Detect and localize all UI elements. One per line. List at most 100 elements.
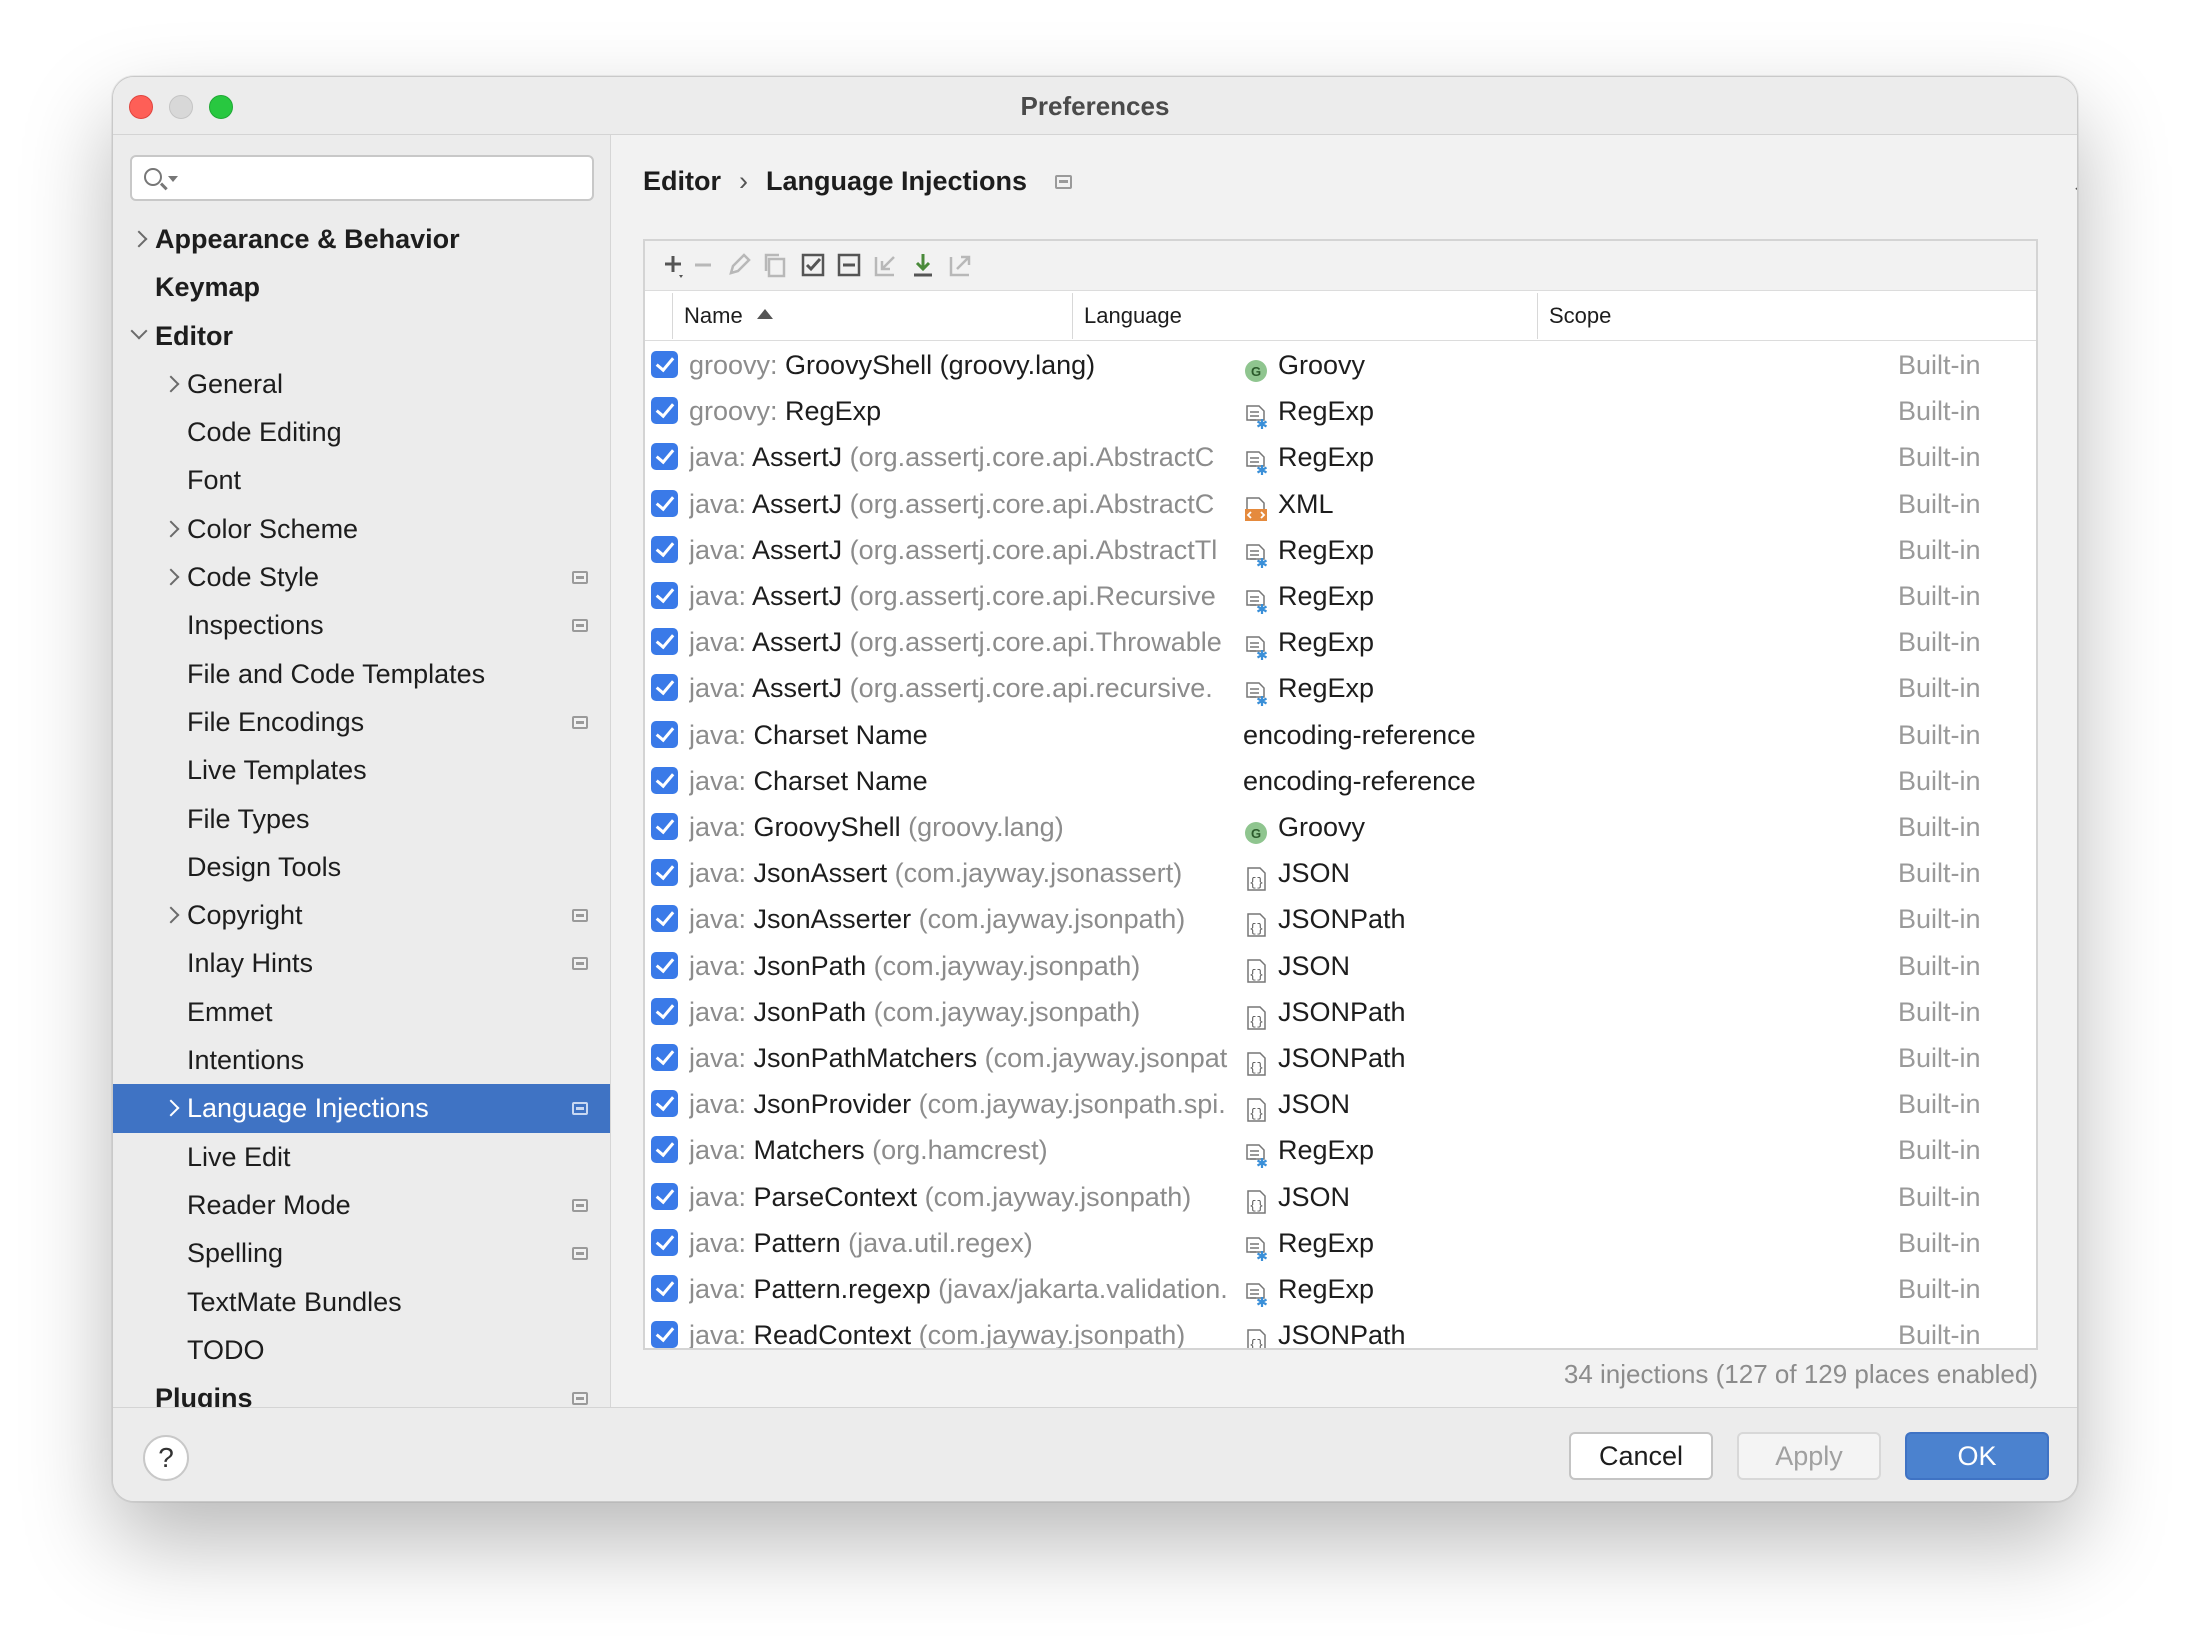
table-row[interactable]: java: JsonAsserter (com.jayway.jsonpath)… bbox=[645, 896, 2036, 942]
sidebar-item-textmate-bundles[interactable]: TextMate Bundles bbox=[113, 1278, 610, 1326]
sidebar-item-spelling[interactable]: Spelling bbox=[113, 1229, 610, 1277]
sidebar-item-color-scheme[interactable]: Color Scheme bbox=[113, 505, 610, 553]
sidebar-item-live-edit[interactable]: Live Edit bbox=[113, 1133, 610, 1181]
search-history-dropdown-icon[interactable] bbox=[168, 176, 178, 182]
column-header-name[interactable]: Name bbox=[684, 291, 773, 341]
enabled-checkbox[interactable] bbox=[651, 489, 678, 517]
table-row[interactable]: java: Matchers (org.hamcrest) RegExp Built… bbox=[645, 1127, 2036, 1173]
sidebar-item-code-style[interactable]: Code Style bbox=[113, 553, 610, 601]
export-icon[interactable] bbox=[945, 249, 977, 281]
enabled-checkbox[interactable] bbox=[651, 582, 678, 609]
sidebar-item-code-editing[interactable]: Code Editing bbox=[113, 408, 610, 456]
sidebar-item-font[interactable]: Font bbox=[113, 456, 610, 504]
download-icon[interactable] bbox=[907, 249, 939, 281]
sidebar-item-file-and-code-templates[interactable]: File and Code Templates bbox=[113, 650, 610, 698]
table-row[interactable]: java: AssertJ (org.assertj.core.api.recu… bbox=[645, 665, 2036, 711]
sidebar-item-plugins[interactable]: Plugins bbox=[113, 1374, 610, 1407]
enabled-checkbox[interactable] bbox=[651, 766, 678, 794]
sidebar-item-emmet[interactable]: Emmet bbox=[113, 988, 610, 1036]
sidebar-item-appearance-and-behavior[interactable]: Appearance & Behavior bbox=[113, 215, 610, 263]
sidebar-item-intentions[interactable]: Intentions bbox=[113, 1036, 610, 1084]
chevron-right-icon[interactable] bbox=[162, 1099, 180, 1117]
sidebar-item-inlay-hints[interactable]: Inlay Hints bbox=[113, 939, 610, 987]
enabled-checkbox[interactable] bbox=[651, 443, 678, 471]
enabled-checkbox[interactable] bbox=[651, 1044, 678, 1071]
enabled-checkbox[interactable] bbox=[651, 1228, 678, 1256]
table-row[interactable]: java: JsonAssert (com.jayway.jsonassert)… bbox=[645, 850, 2036, 896]
table-row[interactable]: java: AssertJ (org.assertj.core.api.Abst… bbox=[645, 527, 2036, 573]
sidebar-item-keymap[interactable]: Keymap bbox=[113, 263, 610, 311]
enabled-checkbox[interactable] bbox=[651, 351, 678, 378]
cancel-button[interactable]: Cancel bbox=[1569, 1432, 1713, 1480]
breadcrumb-editor[interactable]: Editor bbox=[643, 166, 721, 197]
chevron-right-icon[interactable] bbox=[130, 230, 148, 248]
enabled-checkbox[interactable] bbox=[651, 1090, 678, 1118]
table-row[interactable]: java: Pattern.regexp (javax/jakarta.vali… bbox=[645, 1266, 2036, 1312]
edit-icon[interactable] bbox=[723, 249, 755, 281]
enabled-checkbox[interactable] bbox=[651, 720, 678, 748]
table-row[interactable]: java: ParseContext (com.jayway.jsonpath)… bbox=[645, 1174, 2036, 1220]
add-icon[interactable] bbox=[657, 249, 689, 281]
table-row[interactable]: java: Charset Name encoding-reference Buil… bbox=[645, 712, 2036, 758]
sidebar-item-file-types[interactable]: File Types bbox=[113, 795, 610, 843]
chevron-down-icon[interactable] bbox=[130, 322, 148, 340]
duplicate-icon[interactable] bbox=[759, 249, 791, 281]
ok-button[interactable]: OK bbox=[1905, 1432, 2049, 1480]
enabled-checkbox[interactable] bbox=[651, 674, 678, 702]
sidebar-item-reader-mode[interactable]: Reader Mode bbox=[113, 1181, 610, 1229]
sidebar-item-todo[interactable]: TODO bbox=[113, 1326, 610, 1374]
table-row[interactable]: java: Pattern (java.util.regex) RegExp Bui… bbox=[645, 1220, 2036, 1266]
sidebar-item-copyright[interactable]: Copyright bbox=[113, 891, 610, 939]
remove-icon[interactable] bbox=[687, 249, 719, 281]
column-header-scope[interactable]: Scope bbox=[1549, 291, 1611, 341]
enabled-checkbox[interactable] bbox=[651, 859, 678, 887]
enabled-checkbox[interactable] bbox=[651, 951, 678, 979]
enabled-checkbox[interactable] bbox=[651, 397, 678, 425]
injection-name-cell: java: AssertJ (org.assertj.core.api.Abst… bbox=[689, 434, 1244, 480]
sidebar-item-design-tools[interactable]: Design Tools bbox=[113, 843, 610, 891]
sidebar-item-editor[interactable]: Editor bbox=[113, 312, 610, 360]
import-icon[interactable] bbox=[870, 249, 902, 281]
table-row[interactable]: java: AssertJ (org.assertj.core.api.Abst… bbox=[645, 481, 2036, 527]
enabled-checkbox[interactable] bbox=[651, 905, 678, 933]
table-row[interactable]: groovy: GroovyShell (groovy.lang) G Groovy… bbox=[645, 342, 2036, 388]
table-row[interactable]: groovy: RegExp RegExp Built-in bbox=[645, 388, 2036, 434]
svg-text:{}: {} bbox=[1249, 1338, 1263, 1348]
enabled-checkbox[interactable] bbox=[651, 535, 678, 563]
chevron-right-icon[interactable] bbox=[162, 520, 180, 538]
table-row[interactable]: java: ReadContext (com.jayway.jsonpath){… bbox=[645, 1312, 2036, 1348]
chevron-right-icon[interactable] bbox=[162, 906, 180, 924]
column-header-language[interactable]: Language bbox=[1084, 291, 1182, 341]
enabled-checkbox[interactable] bbox=[651, 1275, 678, 1302]
enable-all-icon[interactable] bbox=[797, 249, 829, 281]
search-input[interactable] bbox=[130, 155, 594, 201]
enabled-checkbox[interactable] bbox=[651, 628, 678, 656]
back-arrow-icon[interactable]: ← bbox=[2069, 165, 2077, 202]
sidebar-item-live-templates[interactable]: Live Templates bbox=[113, 746, 610, 794]
enabled-checkbox[interactable] bbox=[651, 1136, 678, 1164]
table-row[interactable]: java: JsonPath (com.jayway.jsonpath) {} JS… bbox=[645, 989, 2036, 1035]
apply-button[interactable]: Apply bbox=[1737, 1432, 1881, 1480]
disable-all-icon[interactable] bbox=[833, 249, 865, 281]
table-row[interactable]: java: JsonPathMatchers (com.jayway.jsonp… bbox=[645, 1035, 2036, 1081]
table-row[interactable]: java: JsonProvider (com.jayway.jsonpath.… bbox=[645, 1081, 2036, 1127]
table-row[interactable]: java: AssertJ (org.assertj.core.api.Recu… bbox=[645, 573, 2036, 619]
help-button[interactable]: ? bbox=[143, 1435, 189, 1481]
enabled-checkbox[interactable] bbox=[651, 813, 678, 840]
sidebar-item-inspections[interactable]: Inspections bbox=[113, 601, 610, 649]
sidebar-item-general[interactable]: General bbox=[113, 360, 610, 408]
enabled-checkbox[interactable] bbox=[651, 1182, 678, 1210]
table-row[interactable]: java: AssertJ (org.assertj.core.api.Abst… bbox=[645, 434, 2036, 480]
table-row[interactable]: java: AssertJ (org.assertj.core.api.Thro… bbox=[645, 619, 2036, 665]
chevron-right-icon[interactable] bbox=[162, 568, 180, 586]
enabled-checkbox[interactable] bbox=[651, 997, 678, 1025]
table-row[interactable]: java: Charset Name encoding-reference Buil… bbox=[645, 758, 2036, 804]
sidebar-item-language-injections[interactable]: Language Injections bbox=[113, 1084, 610, 1133]
table-row[interactable]: java: JsonPath (com.jayway.jsonpath) {} JS… bbox=[645, 943, 2036, 989]
main-panel: Editor›Language Injections ← → bbox=[612, 135, 2077, 1407]
injection-language-cell: RegExp bbox=[1243, 619, 1703, 665]
enabled-checkbox[interactable] bbox=[651, 1321, 678, 1348]
chevron-right-icon[interactable] bbox=[162, 375, 180, 393]
table-row[interactable]: java: GroovyShell (groovy.lang) G Groovy Bu… bbox=[645, 804, 2036, 850]
sidebar-item-file-encodings[interactable]: File Encodings bbox=[113, 698, 610, 746]
